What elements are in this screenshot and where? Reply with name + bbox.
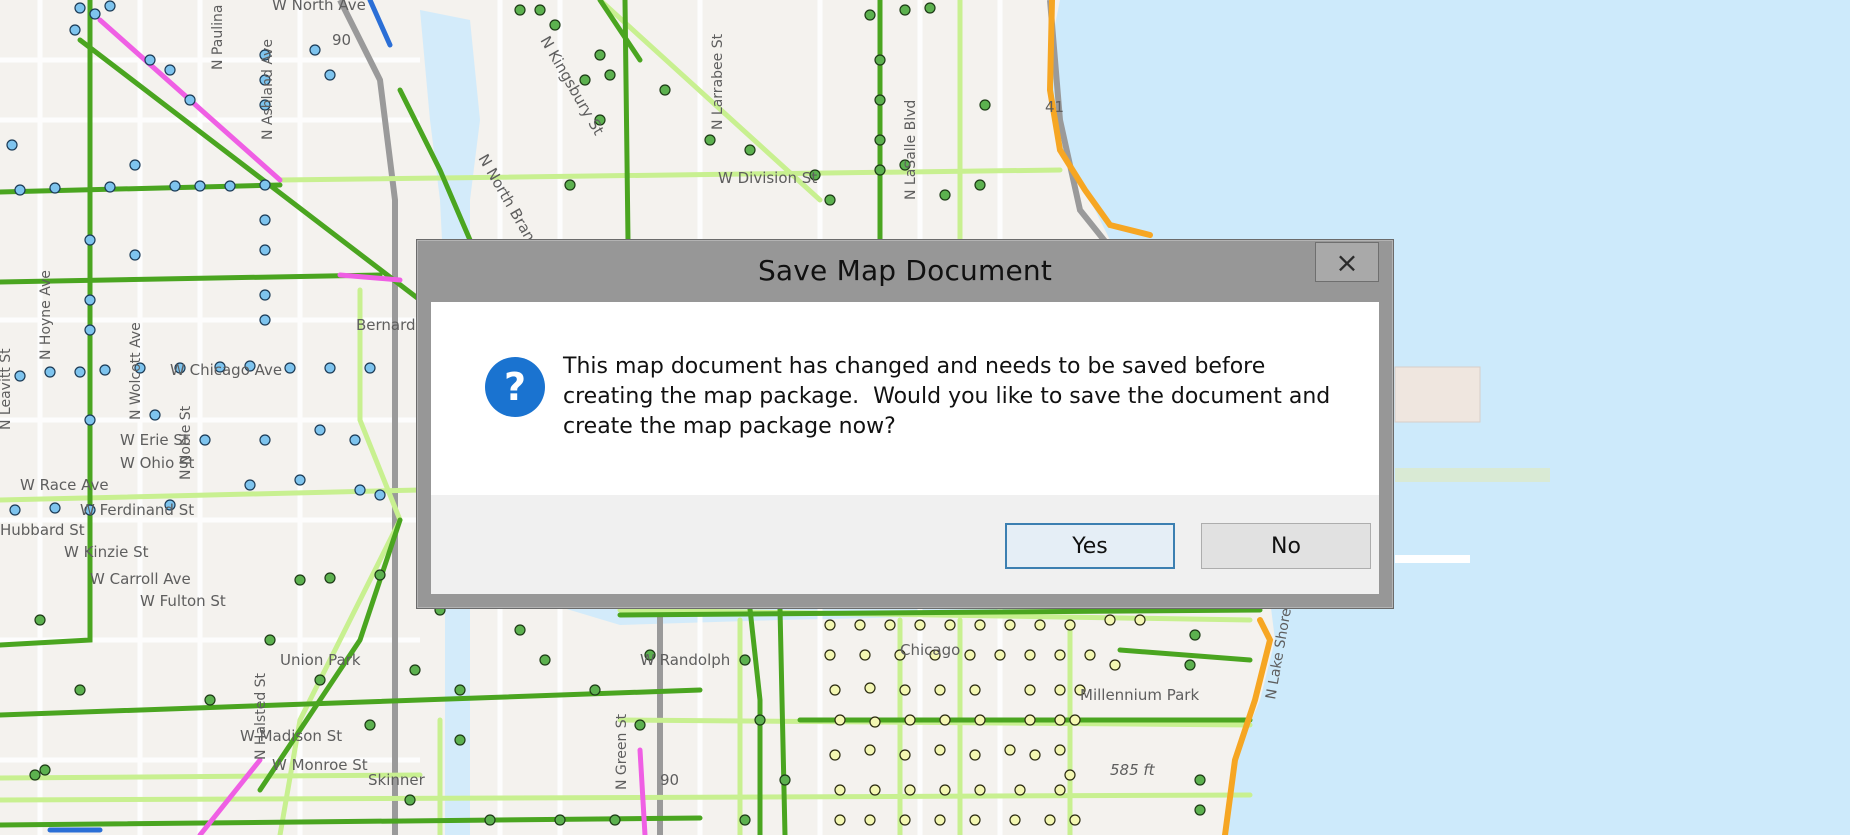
question-icon: ? (485, 357, 545, 417)
label-w-division-st: W Division St (718, 169, 817, 187)
close-button[interactable]: × (1315, 242, 1379, 282)
label-w-carroll-ave: W Carroll Ave (90, 570, 191, 588)
label-elevation: 585 ft (1110, 761, 1156, 779)
close-icon: × (1335, 245, 1359, 279)
label-n-lasalle-blvd: N LaSalle Blvd (903, 100, 919, 200)
pier-strip (1395, 468, 1550, 482)
dialog-title: Save Map Document (757, 254, 1053, 287)
label-w-race-ave: W Race Ave (20, 476, 109, 494)
label-w-ferdinand-st: W Ferdinand St (80, 501, 194, 519)
label-n-halsted-st: N Halsted St (253, 672, 269, 760)
label-w-chicago-ave: W Chicago Ave (170, 361, 282, 379)
label-w-monroe-st: W Monroe St (272, 756, 368, 774)
label-w-kinzie-st: W Kinzie St (64, 543, 149, 561)
label-hubbard-st: Hubbard St (0, 521, 85, 539)
label-hwy-90: 90 (332, 31, 351, 49)
label-hwy-90b: 90 (660, 771, 679, 789)
pier-white (1395, 555, 1470, 563)
label-n-ashland-ave: N Ashland Ave (260, 39, 276, 140)
label-n-noble-st: N Noble St (178, 405, 194, 480)
dialog-message: This map document has changed and needs … (563, 354, 1331, 439)
label-n-larrabee-st: N Larrabee St (710, 33, 726, 130)
label-w-fulton-st: W Fulton St (140, 592, 226, 610)
label-hwy-41: 41 (1045, 98, 1064, 116)
label-chicago: Chicago (900, 641, 960, 659)
label-n-hoyne-ave: N Hoyne Ave (38, 270, 54, 360)
label-n-leavitt-st: N Leavitt St (0, 348, 14, 430)
label-w-north-ave: W North Ave (272, 0, 366, 14)
label-n-paulina-st: N Paulina St (210, 0, 226, 70)
save-map-document-dialog: Save Map Document × ? This map document … (416, 239, 1394, 609)
svg-text:?: ? (504, 365, 526, 409)
navy-pier (1394, 366, 1481, 423)
dialog-footer: Yes No (431, 495, 1379, 594)
label-n-green-st: N Green St (614, 713, 630, 790)
label-millennium-park: Millennium Park (1080, 686, 1199, 704)
no-button[interactable]: No (1201, 523, 1371, 569)
label-n-wolcott-ave: N Wolcott Ave (128, 322, 144, 420)
label-union-park: Union Park (280, 651, 361, 669)
label-skinner: Skinner (368, 771, 426, 789)
dialog-body: ? This map document has changed and need… (431, 302, 1379, 495)
label-w-randolph: W Randolph (640, 651, 730, 669)
yes-button[interactable]: Yes (1005, 523, 1175, 569)
